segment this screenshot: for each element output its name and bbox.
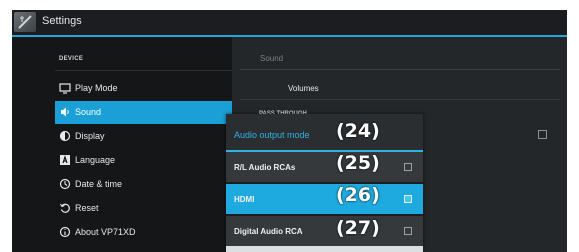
divider (240, 69, 560, 70)
callout-label: (27) (336, 217, 380, 239)
reset-icon (60, 203, 70, 213)
callout-label: (24) (336, 120, 380, 142)
dialog-title: Audio output mode (234, 130, 310, 140)
sidebar-item-sound[interactable]: Sound (55, 101, 232, 124)
sidebar-item-language[interactable]: Language (55, 149, 232, 172)
window-title: Settings (42, 15, 82, 27)
dialog-header: Audio output mode (226, 114, 423, 150)
callout-label: (25) (336, 152, 380, 174)
divider (240, 99, 560, 100)
volumes-item[interactable]: Volumes (288, 84, 319, 93)
speaker-icon (61, 107, 69, 117)
option-checkbox[interactable] (404, 195, 412, 203)
option-checkbox[interactable] (404, 163, 412, 171)
option-label: HDMI (234, 195, 255, 204)
option-rl-audio-rcas[interactable]: R/L Audio RCAs (226, 152, 423, 182)
contrast-icon (59, 130, 71, 142)
divider (55, 70, 232, 71)
option-label: R/L Audio RCAs (234, 163, 296, 172)
content-title: Sound (260, 54, 284, 63)
sidebar-item-play-mode[interactable]: Play Mode (55, 77, 232, 100)
sidebar-item-about[interactable]: About VP71XD (55, 221, 232, 244)
sidebar-item-reset[interactable]: Reset (55, 197, 232, 220)
title-bar: Settings (12, 10, 567, 35)
sidebar-item-label: Language (75, 155, 116, 165)
settings-sidebar: DEVICE Play Mode Sound Display Language … (12, 37, 232, 252)
option-checkbox[interactable] (404, 227, 412, 235)
sidebar-item-display[interactable]: Display (55, 125, 232, 148)
sidebar-item-label: Reset (75, 203, 99, 213)
settings-icon[interactable] (14, 12, 36, 32)
option-digital-audio-rca[interactable]: Digital Audio RCA (226, 216, 423, 246)
sidebar-item-date-time[interactable]: Date & time (55, 173, 232, 196)
sidebar-item-label: Sound (75, 107, 102, 117)
audio-output-mode-dialog: Audio output mode R/L Audio RCAs HDMI Di… (226, 114, 423, 252)
passthrough-checkbox[interactable] (538, 130, 547, 139)
language-icon (60, 155, 70, 165)
sidebar-item-label: Date & time (75, 179, 123, 189)
settings-screen: Settings DEVICE Play Mode Sound Display (12, 10, 567, 252)
monitor-icon (59, 83, 71, 94)
clock-icon (59, 178, 71, 190)
sidebar-item-label: About VP71XD (75, 227, 136, 237)
section-header-device: DEVICE (59, 56, 84, 62)
sidebar-item-label: Display (75, 131, 105, 141)
info-icon (59, 226, 71, 238)
option-hdmi[interactable]: HDMI (226, 184, 423, 214)
sidebar-item-label: Play Mode (75, 83, 118, 93)
callout-label: (26) (336, 184, 380, 206)
option-label: Digital Audio RCA (234, 227, 303, 236)
